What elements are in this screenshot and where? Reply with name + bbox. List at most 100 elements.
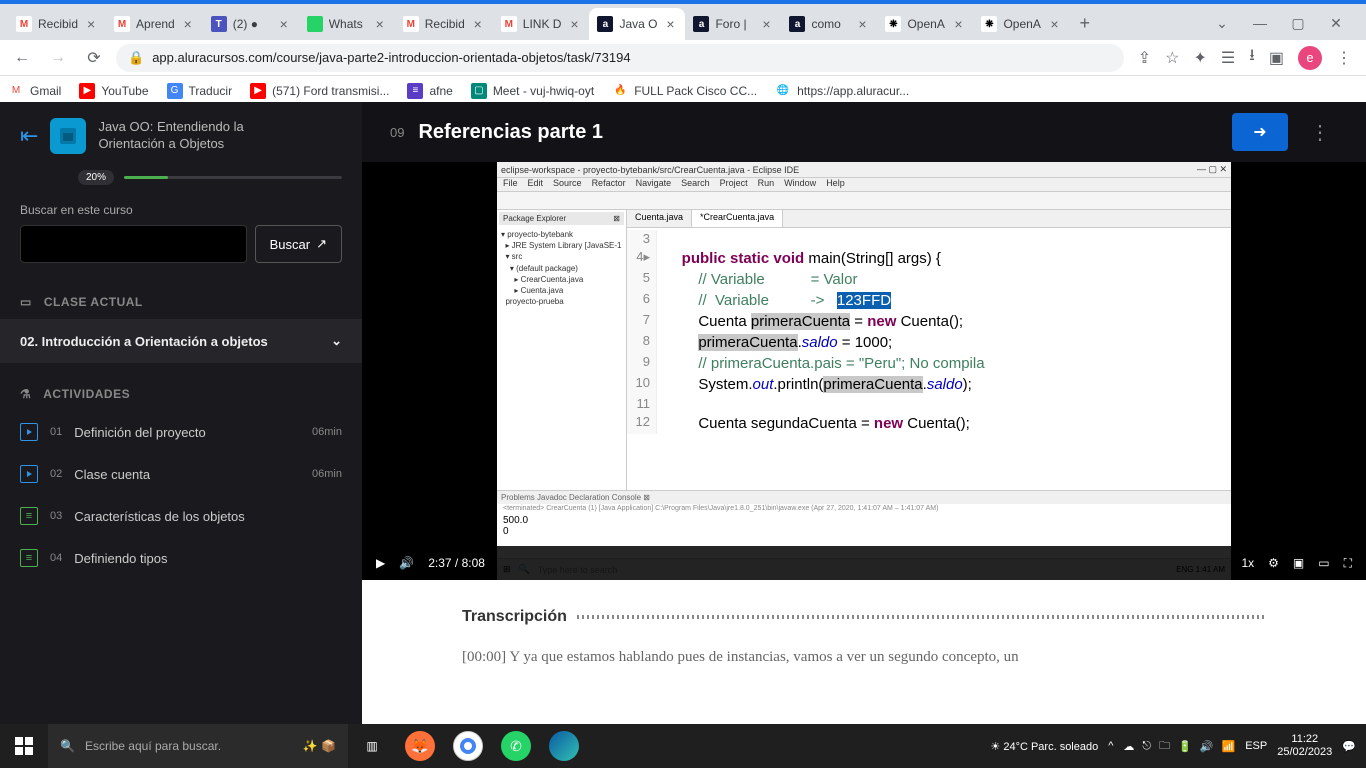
system-tray[interactable]: ☁⎋🗀🔋🔊📶 <box>1123 737 1235 756</box>
browser-tab-strip: MRecibid×MAprend×T(2) ●×Whats×MRecibid×M… <box>0 4 1366 40</box>
search-icon: 🔍 <box>60 739 75 753</box>
notifications-icon[interactable]: 💬 <box>1342 740 1356 753</box>
browser-tab[interactable]: Whats× <box>299 8 395 40</box>
bookmark-item[interactable]: ≡afne <box>407 83 452 99</box>
address-bar: ← → ⟳ 🔒 app.aluracursos.com/course/java-… <box>0 40 1366 76</box>
bookmark-item[interactable]: GTraducir <box>167 83 233 99</box>
reload-button[interactable]: ⟳ <box>80 44 108 72</box>
course-sidebar: ⇤ Java OO: Entendiendo la Orientación a … <box>0 102 362 724</box>
star-icon[interactable]: ☆ <box>1165 48 1179 68</box>
browser-tab[interactable]: aForo |× <box>685 8 781 40</box>
chrome-icon[interactable] <box>444 724 492 768</box>
close-icon[interactable]: × <box>373 17 387 31</box>
video-controls: ▶ 🔊 2:37 / 8:08 1x ⚙ ▣ ▭ ⛶ <box>362 546 1366 580</box>
current-class-row[interactable]: 02. Introducción a Orientación a objetos… <box>0 319 362 363</box>
speed-button[interactable]: 1x <box>1241 556 1254 570</box>
activity-item[interactable]: 01Definición del proyecto06min <box>0 411 362 453</box>
transcript-section: Transcripción [00:00] Y ya que estamos h… <box>362 580 1366 724</box>
video-player[interactable]: eclipse-workspace - proyecto-bytebank/sr… <box>362 162 1366 580</box>
new-tab-button[interactable]: + <box>1069 13 1100 40</box>
url-field[interactable]: 🔒 app.aluracursos.com/course/java-parte2… <box>116 44 1124 72</box>
sidebar-back-icon[interactable]: ⇤ <box>20 123 38 149</box>
back-button[interactable]: ← <box>8 44 36 72</box>
downloads-icon[interactable]: ⭳ <box>1249 44 1255 71</box>
weather-widget[interactable]: ☀ 24°C Parc. soleado <box>990 740 1098 753</box>
whatsapp-icon[interactable]: ✆ <box>492 724 540 768</box>
lesson-number: 09 <box>390 125 404 140</box>
edge-icon[interactable] <box>540 724 588 768</box>
kebab-menu-icon[interactable]: ⋮ <box>1336 48 1352 68</box>
fullscreen-icon[interactable]: ⛶ <box>1344 556 1352 571</box>
external-icon: ↗ <box>316 236 327 252</box>
bookmark-item[interactable]: ▢Meet - vuj-hwiq-oyt <box>471 83 594 99</box>
start-button[interactable] <box>0 724 48 768</box>
section-current-label: CLASE ACTUAL <box>44 295 143 309</box>
extensions-icon[interactable]: ✦ <box>1194 48 1207 68</box>
course-title-line1: Java OO: Entendiendo la <box>98 119 243 136</box>
chevron-down-icon[interactable]: ⌄ <box>1212 15 1232 32</box>
forward-button: → <box>44 44 72 72</box>
clock[interactable]: 11:22 25/02/2023 <box>1277 733 1332 759</box>
bookmark-item[interactable]: ▶YouTube <box>79 83 148 99</box>
url-text: app.aluracursos.com/course/java-parte2-i… <box>152 50 630 65</box>
course-search-button[interactable]: Buscar ↗ <box>255 225 342 263</box>
volume-icon[interactable]: 🔊 <box>399 556 414 570</box>
taskview-icon[interactable]: ▥ <box>348 724 396 768</box>
pip-icon[interactable]: ▣ <box>1293 556 1304 570</box>
window-close[interactable]: ✕ <box>1326 15 1346 32</box>
window-maximize[interactable]: ▢ <box>1288 15 1308 32</box>
reading-list-icon[interactable]: ☰ <box>1221 48 1235 68</box>
close-icon[interactable]: × <box>181 17 195 31</box>
close-icon[interactable]: × <box>567 17 581 31</box>
tray-chevron-icon[interactable]: ^ <box>1108 740 1113 752</box>
book-icon: ▭ <box>20 295 32 309</box>
activity-item[interactable]: ≡04Definiendo tipos <box>0 537 362 579</box>
profile-avatar[interactable]: e <box>1298 46 1322 70</box>
browser-tab[interactable]: MRecibid× <box>395 8 493 40</box>
close-icon[interactable]: × <box>277 17 291 31</box>
browser-tab[interactable]: MRecibid× <box>8 8 106 40</box>
sidepanel-icon[interactable]: ▣ <box>1269 48 1284 68</box>
close-icon[interactable]: × <box>855 17 869 31</box>
bookmark-item[interactable]: MGmail <box>8 83 61 99</box>
settings-icon[interactable]: ⚙ <box>1268 556 1279 570</box>
browser-tab[interactable]: ❋OpenA× <box>877 8 973 40</box>
bookmark-item[interactable]: 🔥FULL Pack Cisco CC... <box>612 83 757 99</box>
close-icon[interactable]: × <box>84 17 98 31</box>
browser-tab[interactable]: aJava O× <box>589 8 685 40</box>
section-activities-label: ACTIVIDADES <box>43 387 130 401</box>
close-icon[interactable]: × <box>471 17 485 31</box>
course-search-input[interactable] <box>20 225 247 263</box>
browser-tab[interactable]: ❋OpenA× <box>973 8 1069 40</box>
transcript-heading: Transcripción <box>462 608 1266 626</box>
browser-tab[interactable]: acomo× <box>781 8 877 40</box>
theater-icon[interactable]: ▭ <box>1318 556 1329 570</box>
browser-tab[interactable]: T(2) ●× <box>203 8 299 40</box>
bookmark-item[interactable]: 🌐https://app.aluracur... <box>775 83 909 99</box>
next-lesson-button[interactable]: ➜ <box>1232 113 1288 151</box>
browser-tab[interactable]: MLINK D× <box>493 8 590 40</box>
close-icon[interactable]: × <box>663 17 677 31</box>
video-frame: eclipse-workspace - proyecto-bytebank/sr… <box>497 162 1231 580</box>
browser-tab[interactable]: MAprend× <box>106 8 203 40</box>
lesson-menu-icon[interactable]: ⋮ <box>1302 120 1338 145</box>
flask-icon: ⚗ <box>20 387 31 401</box>
activity-item[interactable]: 02Clase cuenta06min <box>0 453 362 495</box>
firefox-icon[interactable]: 🦊 <box>396 724 444 768</box>
progress-bar <box>124 176 342 179</box>
language-indicator[interactable]: ESP <box>1245 740 1267 752</box>
share-icon[interactable]: ⇪ <box>1138 48 1151 68</box>
close-icon[interactable]: × <box>759 17 773 31</box>
chevron-down-icon: ⌄ <box>331 333 342 349</box>
close-icon[interactable]: × <box>951 17 965 31</box>
taskbar-search[interactable]: 🔍 Escribe aquí para buscar. ✨ 📦 <box>48 724 348 768</box>
progress-percent: 20% <box>78 170 114 185</box>
transcript-body: [00:00] Y ya que estamos hablando pues d… <box>462 646 1266 669</box>
activity-item[interactable]: ≡03Características de los objetos <box>0 495 362 537</box>
course-logo <box>50 118 86 154</box>
play-icon[interactable]: ▶ <box>376 556 385 570</box>
window-minimize[interactable]: — <box>1250 15 1270 32</box>
bookmark-item[interactable]: ▶(571) Ford transmisi... <box>250 83 389 99</box>
search-label: Buscar en este curso <box>0 203 362 225</box>
close-icon[interactable]: × <box>1047 17 1061 31</box>
